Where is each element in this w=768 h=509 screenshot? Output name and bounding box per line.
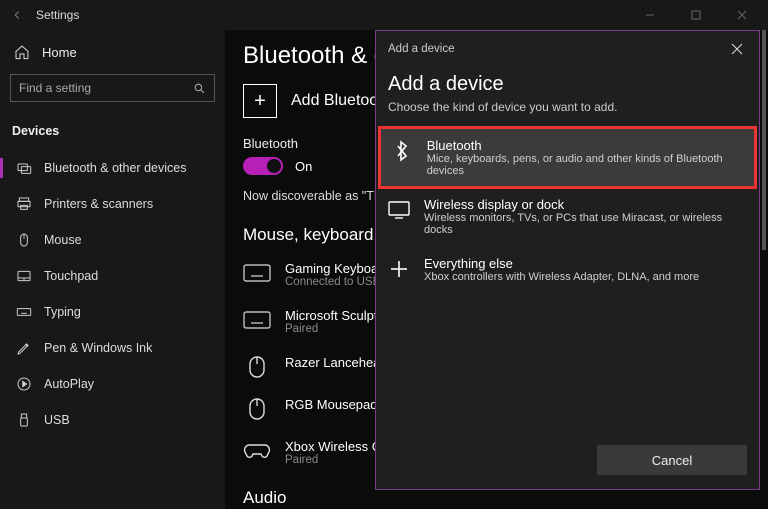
add-device-dialog: Add a device Add a device Choose the kin… xyxy=(375,30,760,490)
sidebar-item-label: Typing xyxy=(44,305,81,319)
keyboard-icon xyxy=(243,310,271,330)
touchpad-icon xyxy=(16,268,32,284)
settings-window: Settings Home Find a setting xyxy=(0,0,768,509)
dialog-option-wireless-display[interactable]: Wireless display or dock Wireless monito… xyxy=(376,187,759,246)
sidebar-item-label: AutoPlay xyxy=(44,377,94,391)
search-placeholder: Find a setting xyxy=(19,81,91,95)
mouse-icon xyxy=(16,232,32,248)
dialog-close-button[interactable] xyxy=(723,37,751,61)
device-title: RGB Mousepad xyxy=(285,397,378,412)
mouse-icon xyxy=(243,399,271,419)
back-button[interactable] xyxy=(8,6,26,24)
option-desc: Wireless monitors, TVs, or PCs that use … xyxy=(424,212,747,236)
sidebar-item-label: Printers & scanners xyxy=(44,197,153,211)
sidebar-home[interactable]: Home xyxy=(10,40,215,70)
pen-icon xyxy=(16,340,32,356)
sidebar-item-mouse[interactable]: Mouse xyxy=(10,224,215,256)
device-title: Razer Lancehead xyxy=(285,355,388,370)
display-icon xyxy=(388,199,410,221)
sidebar-section-header: Devices xyxy=(10,116,215,148)
printer-icon xyxy=(16,196,32,212)
dialog-footer: Cancel xyxy=(376,435,759,489)
sidebar-item-label: Bluetooth & other devices xyxy=(44,161,186,175)
sidebar-item-label: USB xyxy=(44,413,70,427)
dialog-header-text: Add a device xyxy=(388,43,455,55)
home-icon xyxy=(14,44,30,60)
sidebar-item-printers[interactable]: Printers & scanners xyxy=(10,188,215,220)
sidebar-item-autoplay[interactable]: AutoPlay xyxy=(10,368,215,400)
keyboard-icon xyxy=(16,304,32,320)
option-title: Wireless display or dock xyxy=(424,197,747,212)
sidebar-item-pen[interactable]: Pen & Windows Ink xyxy=(10,332,215,364)
search-input[interactable]: Find a setting xyxy=(10,74,215,102)
scrollbar-thumb[interactable] xyxy=(762,30,766,250)
sidebar-home-label: Home xyxy=(42,45,77,60)
dialog-option-everything-else[interactable]: Everything else Xbox controllers with Wi… xyxy=(376,246,759,293)
bluetooth-toggle-state: On xyxy=(295,159,312,174)
autoplay-icon xyxy=(16,376,32,392)
plus-icon xyxy=(388,258,410,280)
titlebar: Settings xyxy=(0,0,768,30)
maximize-button[interactable] xyxy=(674,0,718,30)
cancel-button[interactable]: Cancel xyxy=(597,445,747,475)
usb-icon xyxy=(16,412,32,428)
window-controls xyxy=(628,0,764,30)
option-desc: Mice, keyboards, pens, or audio and othe… xyxy=(427,153,743,177)
close-button[interactable] xyxy=(720,0,764,30)
option-title: Bluetooth xyxy=(427,138,743,153)
option-title: Everything else xyxy=(424,256,699,271)
bluetooth-icon xyxy=(392,140,413,162)
sidebar: Home Find a setting Devices Bluetooth & … xyxy=(0,30,225,509)
sidebar-item-usb[interactable]: USB xyxy=(10,404,215,436)
bluetooth-toggle[interactable] xyxy=(243,157,283,175)
keyboard-icon xyxy=(243,263,271,283)
dialog-title: Add a device xyxy=(376,63,759,100)
audio-group-title: Audio xyxy=(243,488,768,508)
devices-icon xyxy=(16,160,32,176)
sidebar-item-label: Touchpad xyxy=(44,269,98,283)
option-desc: Xbox controllers with Wireless Adapter, … xyxy=(424,271,699,283)
sidebar-item-label: Mouse xyxy=(44,233,82,247)
plus-icon: + xyxy=(243,84,277,118)
dialog-option-bluetooth[interactable]: Bluetooth Mice, keyboards, pens, or audi… xyxy=(380,128,755,187)
gamepad-icon xyxy=(243,441,271,461)
titlebar-left: Settings xyxy=(8,6,79,24)
mouse-icon xyxy=(243,357,271,377)
search-icon xyxy=(193,82,206,95)
sidebar-item-label: Pen & Windows Ink xyxy=(44,341,152,355)
minimize-button[interactable] xyxy=(628,0,672,30)
sidebar-item-typing[interactable]: Typing xyxy=(10,296,215,328)
sidebar-item-bluetooth[interactable]: Bluetooth & other devices xyxy=(10,152,215,184)
dialog-header: Add a device xyxy=(376,31,759,63)
dialog-subtitle: Choose the kind of device you want to ad… xyxy=(376,100,759,128)
sidebar-item-touchpad[interactable]: Touchpad xyxy=(10,260,215,292)
app-title: Settings xyxy=(36,8,79,22)
